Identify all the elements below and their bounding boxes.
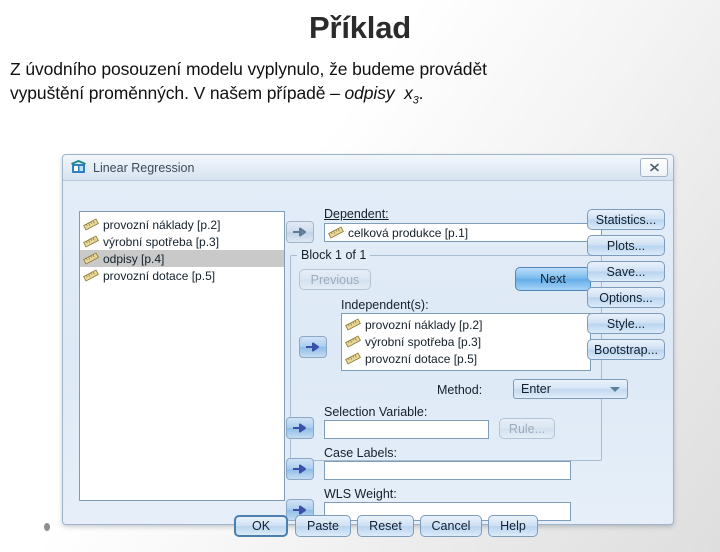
cancel-button[interactable]: Cancel xyxy=(420,515,482,537)
options-button-label: Options... xyxy=(599,290,653,305)
move-to-selection-variable-button[interactable] xyxy=(286,417,314,439)
reset-button[interactable]: Reset xyxy=(357,515,414,537)
next-block-button[interactable]: Next xyxy=(515,267,591,291)
reset-button-label: Reset xyxy=(369,519,402,533)
list-item[interactable]: provozní dotace [p.5] xyxy=(342,350,590,367)
paste-button-label: Paste xyxy=(307,519,339,533)
list-item-selected[interactable]: odpisy [p.4] xyxy=(80,250,284,267)
list-item[interactable]: provozní náklady [p.2] xyxy=(342,316,590,333)
scale-ruler-icon xyxy=(83,235,99,248)
arrow-right-icon xyxy=(292,422,308,434)
method-label: Method: xyxy=(437,383,482,397)
move-to-case-labels-button[interactable] xyxy=(286,458,314,480)
body-line-2-emphasis: odpisy xyxy=(344,83,395,104)
source-variable-list[interactable]: provozní náklady [p.2] výrobní spotřeba … xyxy=(79,211,285,501)
close-icon[interactable] xyxy=(640,158,668,177)
move-to-dependent-button[interactable] xyxy=(286,221,314,243)
plots-button-label: Plots... xyxy=(606,238,646,253)
help-button-label: Help xyxy=(500,519,526,533)
move-to-independents-button[interactable] xyxy=(299,336,327,358)
statistics-button-label: Statistics... xyxy=(595,212,657,227)
list-item-label: provozní náklady [p.2] xyxy=(365,317,483,332)
list-item[interactable]: provozní dotace [p.5] xyxy=(80,267,284,284)
scale-ruler-icon xyxy=(345,352,361,365)
list-item-label: provozní dotace [p.5] xyxy=(103,268,216,283)
previous-block-button[interactable]: Previous xyxy=(299,269,371,290)
body-line-2-period: . xyxy=(418,83,424,104)
list-item-label: odpisy [p.4] xyxy=(103,251,165,266)
style-button-label: Style... xyxy=(606,316,646,331)
style-button[interactable]: Style... xyxy=(587,313,665,334)
list-item[interactable]: výrobní spotřeba [p.3] xyxy=(342,333,590,350)
dependent-field[interactable]: celková produkce [p.1] xyxy=(324,223,602,242)
dependent-label: Dependent: xyxy=(324,207,389,221)
ok-button-label: OK xyxy=(251,519,271,533)
selection-variable-input[interactable] xyxy=(324,420,489,439)
body-line-2: vypuštění proměnných. V našem případě – … xyxy=(10,81,708,109)
next-button-label: Next xyxy=(540,272,566,286)
scale-ruler-icon xyxy=(83,218,99,231)
list-item-label: provozní náklady [p.2] xyxy=(103,217,221,232)
dialog-content: provozní náklady [p.2] výrobní spotřeba … xyxy=(63,181,673,537)
dependent-label-text: Dependent: xyxy=(324,207,389,221)
method-label-text: Method: xyxy=(437,383,483,397)
scale-ruler-icon xyxy=(83,252,99,265)
dependent-value: celková produkce [p.1] xyxy=(348,225,469,240)
list-item-label: výrobní spotřeba [p.3] xyxy=(103,234,220,249)
page-title: Příklad xyxy=(309,10,411,45)
rule-button-label: Rule... xyxy=(508,421,546,436)
arrow-right-icon xyxy=(292,226,308,238)
wls-weight-label: WLS Weight: xyxy=(324,487,397,501)
wls-weight-label-text: WLS Weight: xyxy=(324,487,397,501)
case-labels-input[interactable] xyxy=(324,461,571,480)
list-item[interactable]: výrobní spotřeba [p.3] xyxy=(80,233,284,250)
scale-ruler-icon xyxy=(328,226,344,239)
ok-button[interactable]: OK xyxy=(234,515,288,537)
bootstrap-button[interactable]: Bootstrap... xyxy=(587,339,665,360)
statistics-button[interactable]: Statistics... xyxy=(587,209,665,230)
independents-label: Independent(s): xyxy=(341,298,429,312)
slide-body-text: Z úvodního posouzení modelu vyplynulo, ž… xyxy=(10,57,708,110)
selection-variable-label: Selection Variable: xyxy=(324,405,427,419)
previous-button-label: Previous xyxy=(310,272,360,287)
case-labels-label-text: Case Labels: xyxy=(324,446,397,460)
list-item[interactable]: provozní náklady [p.2] xyxy=(80,216,284,233)
dialog-titlebar[interactable]: Linear Regression xyxy=(63,155,673,181)
block-group-title: Block 1 of 1 xyxy=(297,248,371,262)
body-line-2-prefix: vypuštění proměnných. V našem případě – xyxy=(10,83,345,104)
cancel-button-label: Cancel xyxy=(431,519,471,533)
method-dropdown[interactable]: Enter xyxy=(513,379,628,399)
save-button-label: Save... xyxy=(606,264,646,279)
dialog-title: Linear Regression xyxy=(93,160,195,175)
body-line-2-variable: x xyxy=(404,83,413,104)
case-labels-label: Case Labels: xyxy=(324,446,397,460)
help-button[interactable]: Help xyxy=(488,515,538,537)
plots-button[interactable]: Plots... xyxy=(587,235,665,256)
linear-regression-dialog: Linear Regression provozní náklady [p.2]… xyxy=(62,154,674,537)
options-button[interactable]: Options... xyxy=(587,287,665,308)
arrow-right-icon xyxy=(292,463,308,475)
chevron-down-icon xyxy=(610,386,620,392)
slide-bullet-dot xyxy=(44,523,50,531)
independents-label-text: Independent(s): xyxy=(341,298,429,312)
paste-button[interactable]: Paste xyxy=(295,515,351,537)
list-item-label: výrobní spotřeba [p.3] xyxy=(365,334,482,349)
save-button[interactable]: Save... xyxy=(587,261,665,282)
scale-ruler-icon xyxy=(345,335,361,348)
arrow-right-icon xyxy=(305,341,321,353)
independents-list[interactable]: provozní náklady [p.2] výrobní spotřeba … xyxy=(341,313,591,371)
scale-ruler-icon xyxy=(83,269,99,282)
method-value: Enter xyxy=(521,382,551,396)
scale-ruler-icon xyxy=(345,318,361,331)
bootstrap-button-label: Bootstrap... xyxy=(594,342,658,357)
spss-regression-icon xyxy=(71,159,86,175)
list-item-label: provozní dotace [p.5] xyxy=(365,351,478,366)
body-line-1: Z úvodního posouzení modelu vyplynulo, ž… xyxy=(10,58,487,79)
rule-button[interactable]: Rule... xyxy=(499,418,555,439)
selection-variable-label-text: Selection Variable: xyxy=(324,405,428,419)
